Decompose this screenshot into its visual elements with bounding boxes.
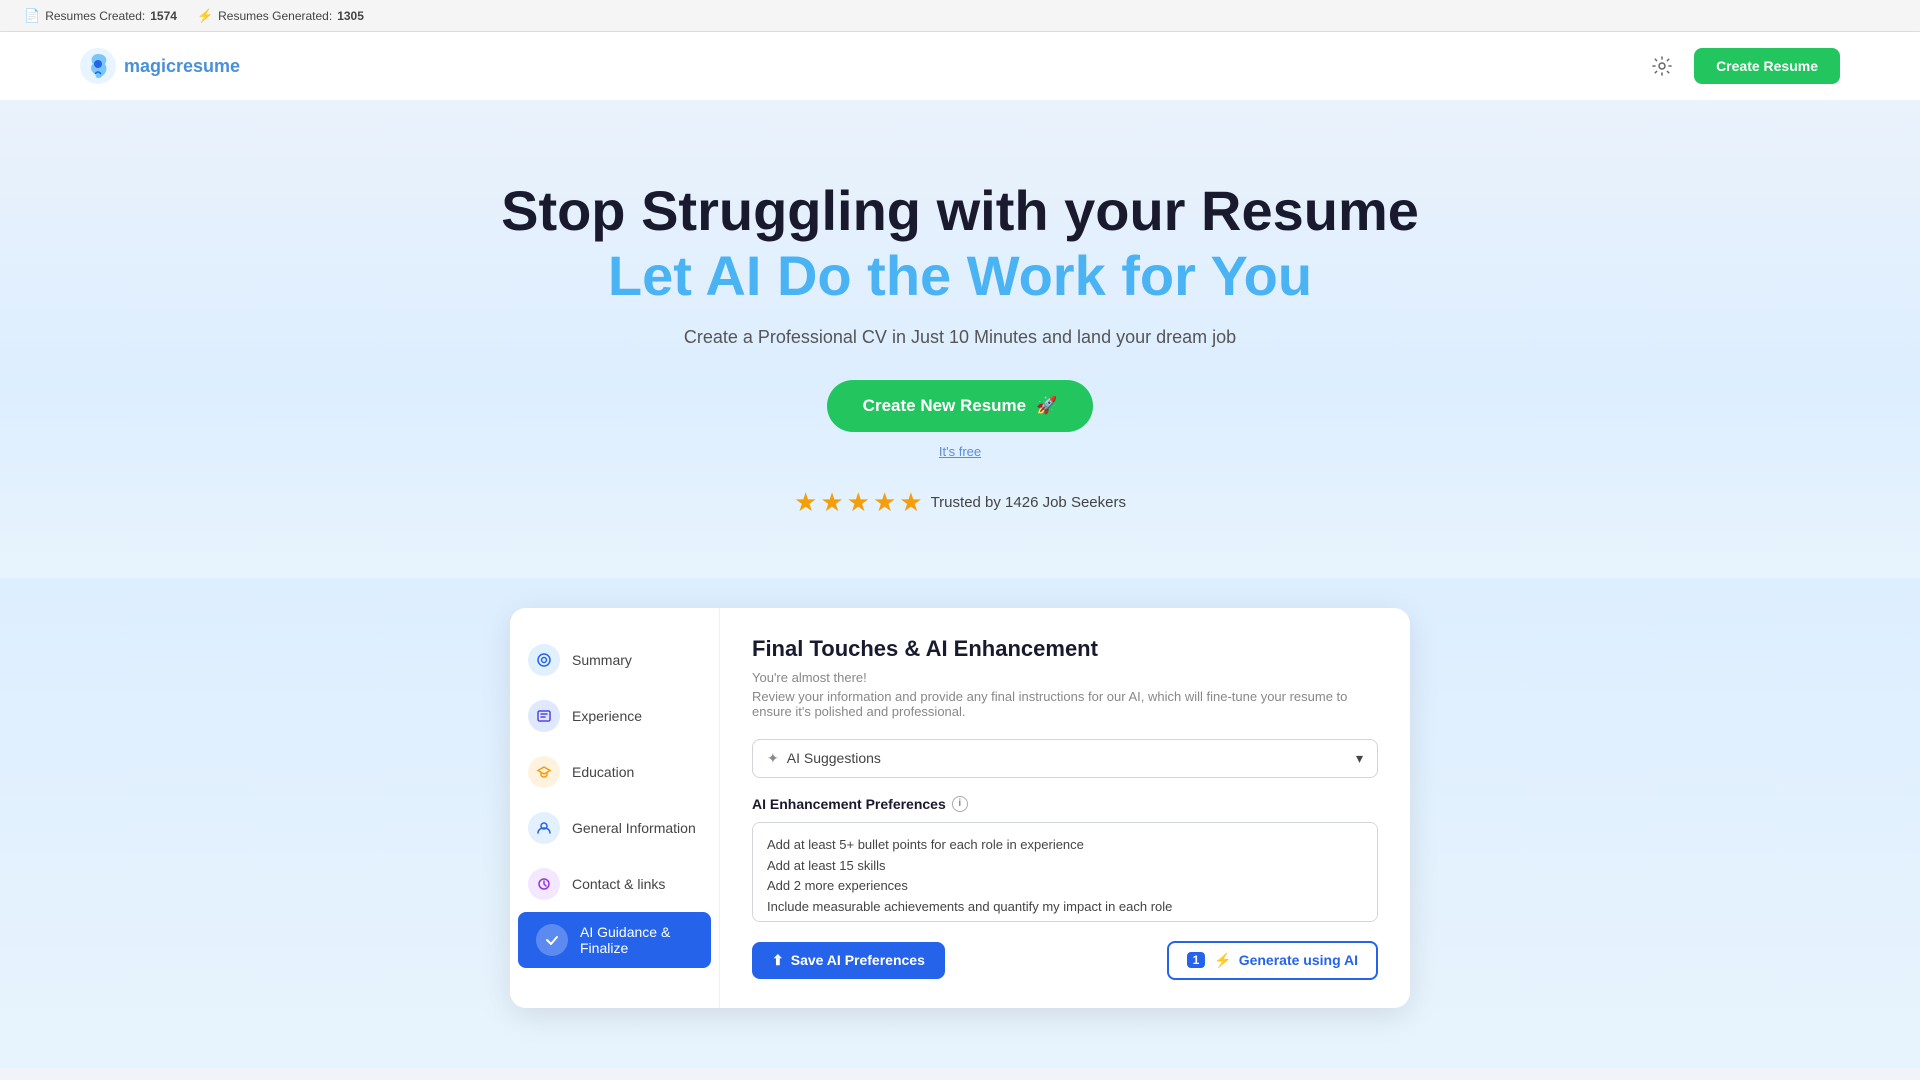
- hero-title-line1: Stop Struggling with your Resume: [0, 180, 1920, 242]
- sparkle-icon: ✦: [767, 750, 779, 767]
- star-1: ★: [794, 487, 817, 518]
- ai-icon: [536, 924, 568, 956]
- lightning-icon: ⚡: [197, 8, 213, 24]
- trusted-text: Trusted by 1426 Job Seekers: [931, 494, 1126, 511]
- resumes-created-stat: 📄 Resumes Created: 1574: [24, 8, 177, 24]
- star-2: ★: [820, 487, 843, 518]
- sidebar-item-general[interactable]: General Information: [510, 800, 719, 856]
- sidebar-item-summary[interactable]: Summary: [510, 632, 719, 688]
- enhancement-label: AI Enhancement Preferences i: [752, 796, 1378, 812]
- ai-suggestions-dropdown[interactable]: ✦ AI Suggestions ▾: [752, 739, 1378, 778]
- star-4: ★: [873, 487, 896, 518]
- star-rating: ★ ★ ★ ★ ★: [794, 487, 923, 518]
- sidebar-label-education: Education: [572, 764, 634, 780]
- experience-icon: [528, 700, 560, 732]
- resumes-created-label: Resumes Created:: [45, 9, 145, 23]
- summary-icon: [528, 644, 560, 676]
- builder-actions: ⬆ Save AI Preferences 1 ⚡ Generate using…: [752, 941, 1378, 980]
- ai-suggestions-left: ✦ AI Suggestions: [767, 750, 881, 767]
- builder-section: Summary Experience Education General Inf…: [0, 578, 1920, 1068]
- rocket-icon: 🚀: [1036, 396, 1057, 416]
- sidebar-label-summary: Summary: [572, 652, 632, 668]
- stars-row: ★ ★ ★ ★ ★ Trusted by 1426 Job Seekers: [0, 487, 1920, 518]
- logo[interactable]: magicresume: [80, 48, 240, 84]
- sidebar-label-general: General Information: [572, 820, 696, 836]
- settings-icon[interactable]: [1646, 50, 1678, 82]
- document-icon: 📄: [24, 8, 40, 24]
- education-icon: [528, 756, 560, 788]
- info-icon[interactable]: i: [952, 796, 968, 812]
- main-title: Final Touches & AI Enhancement: [752, 636, 1378, 662]
- lightning-generate-icon: ⚡: [1214, 952, 1231, 969]
- navbar: magicresume Create Resume: [0, 32, 1920, 100]
- create-resume-button[interactable]: Create Resume: [1694, 48, 1840, 84]
- main-subtitle: You're almost there!: [752, 670, 1378, 685]
- resumes-generated-value: 1305: [337, 9, 364, 23]
- hero-subtitle: Create a Professional CV in Just 10 Minu…: [0, 327, 1920, 348]
- save-ai-preferences-button[interactable]: ⬆ Save AI Preferences: [752, 942, 945, 979]
- sidebar-label-ai: AI Guidance & Finalize: [580, 924, 693, 956]
- hero-section: Stop Struggling with your Resume Let AI …: [0, 100, 1920, 578]
- enhancement-textarea[interactable]: Add at least 5+ bullet points for each r…: [752, 822, 1378, 922]
- main-description: Review your information and provide any …: [752, 689, 1378, 719]
- sidebar-label-experience: Experience: [572, 708, 642, 724]
- hero-title-line2: Let AI Do the Work for You: [0, 242, 1920, 309]
- generate-count: 1: [1187, 952, 1206, 968]
- save-icon: ⬆: [772, 952, 784, 969]
- builder-card: Summary Experience Education General Inf…: [510, 608, 1410, 1008]
- logo-icon: [80, 48, 116, 84]
- ai-suggestions-label: AI Suggestions: [787, 750, 881, 766]
- builder-main: Final Touches & AI Enhancement You're al…: [720, 608, 1410, 1008]
- hero-cta-button[interactable]: Create New Resume 🚀: [827, 380, 1094, 432]
- star-3: ★: [847, 487, 870, 518]
- sidebar-item-contact[interactable]: Contact & links: [510, 856, 719, 912]
- sidebar-item-education[interactable]: Education: [510, 744, 719, 800]
- logo-text: magicresume: [124, 56, 240, 77]
- general-icon: [528, 812, 560, 844]
- sidebar-label-contact: Contact & links: [572, 876, 665, 892]
- nav-right: Create Resume: [1646, 48, 1840, 84]
- star-5: ★: [899, 487, 922, 518]
- resumes-created-value: 1574: [150, 9, 177, 23]
- resumes-generated-label: Resumes Generated:: [218, 9, 332, 23]
- top-bar: 📄 Resumes Created: 1574 ⚡ Resumes Genera…: [0, 0, 1920, 32]
- chevron-down-icon: ▾: [1356, 750, 1363, 767]
- generate-ai-button[interactable]: 1 ⚡ Generate using AI: [1167, 941, 1378, 980]
- free-text[interactable]: It's free: [0, 444, 1920, 459]
- builder-sidebar: Summary Experience Education General Inf…: [510, 608, 720, 1008]
- sidebar-item-ai[interactable]: AI Guidance & Finalize: [518, 912, 711, 968]
- contact-icon: [528, 868, 560, 900]
- resumes-generated-stat: ⚡ Resumes Generated: 1305: [197, 8, 364, 24]
- sidebar-item-experience[interactable]: Experience: [510, 688, 719, 744]
